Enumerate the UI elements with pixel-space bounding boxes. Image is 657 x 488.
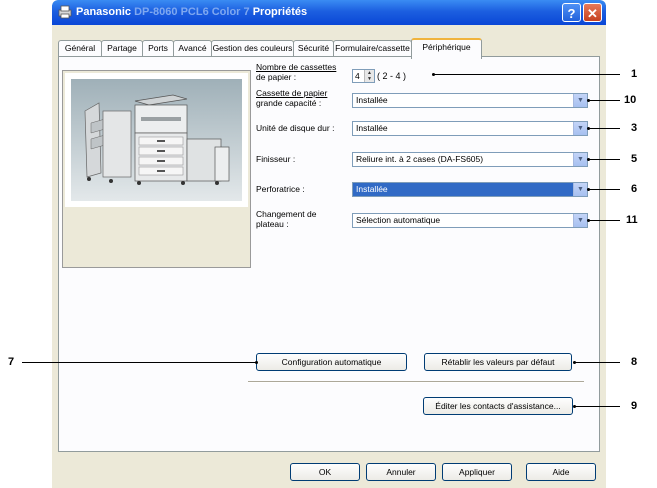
hdd-value: Installée bbox=[356, 123, 388, 133]
callout-line bbox=[589, 189, 620, 190]
tray-select[interactable]: Sélection automatique ▼ bbox=[352, 213, 588, 228]
callout-9: 9 bbox=[631, 400, 638, 412]
dropdown-arrow-icon[interactable]: ▼ bbox=[573, 122, 587, 135]
cassettes-label-line2: de papier : bbox=[256, 71, 297, 82]
callout-7: 7 bbox=[8, 356, 15, 368]
apply-button[interactable]: Appliquer bbox=[442, 463, 512, 481]
cassettes-label: Nombre de cassettes de papier : bbox=[256, 62, 337, 82]
dropdown-arrow-icon[interactable]: ▼ bbox=[573, 183, 587, 196]
support-contacts-button[interactable]: Éditer les contacts d'assistance... bbox=[423, 397, 573, 415]
device-preview bbox=[62, 70, 251, 268]
dropdown-arrow-icon[interactable]: ▼ bbox=[573, 214, 587, 227]
title-brand: Panasonic bbox=[76, 6, 132, 18]
finisher-label: Finisseur : bbox=[256, 154, 296, 164]
lcc-label: Cassette de papier grande capacité : bbox=[256, 88, 328, 108]
tab-securite[interactable]: Sécurité bbox=[293, 40, 334, 56]
callout-line bbox=[575, 406, 620, 407]
callout-line bbox=[589, 100, 620, 101]
auto-config-button[interactable]: Configuration automatique bbox=[256, 353, 407, 371]
callout-5: 5 bbox=[631, 153, 638, 165]
callout-8: 8 bbox=[631, 356, 638, 368]
ok-button[interactable]: OK bbox=[290, 463, 360, 481]
title-bar[interactable]: Panasonic DP-8060 PCL6 Color 7 Propriété… bbox=[52, 0, 606, 25]
window-title: Panasonic DP-8060 PCL6 Color 7 Propriété… bbox=[76, 6, 307, 18]
tray-label: Changement de plateau : bbox=[256, 209, 317, 229]
restore-defaults-button[interactable]: Rétablir les valeurs par défaut bbox=[424, 353, 572, 371]
callout-line bbox=[575, 362, 620, 363]
callout-10: 10 bbox=[624, 94, 637, 106]
cancel-button[interactable]: Annuler bbox=[366, 463, 436, 481]
copier-illustration bbox=[71, 79, 242, 201]
tray-label-line2: plateau : bbox=[256, 218, 289, 229]
close-icon[interactable]: ✕ bbox=[583, 3, 602, 22]
callout-line bbox=[589, 220, 620, 221]
callout-line bbox=[22, 362, 256, 363]
device-illustration bbox=[65, 73, 248, 207]
cassettes-label-line1: Nombre de cassettes bbox=[256, 62, 337, 72]
dropdown-arrow-icon[interactable]: ▼ bbox=[573, 94, 587, 107]
tray-value: Sélection automatique bbox=[356, 215, 441, 225]
printer-icon bbox=[58, 5, 72, 19]
separator bbox=[248, 381, 584, 383]
finisher-value: Reliure int. à 2 cases (DA-FS605) bbox=[356, 154, 484, 164]
callout-6: 6 bbox=[631, 183, 638, 195]
title-suffix: Propriétés bbox=[252, 6, 308, 18]
callout-1: 1 bbox=[631, 68, 638, 80]
tab-formulaire-cassette[interactable]: Formulaire/cassette bbox=[333, 40, 412, 56]
tab-avance[interactable]: Avancé bbox=[173, 40, 212, 56]
callout-11: 11 bbox=[626, 214, 638, 226]
help-icon[interactable]: ? bbox=[562, 3, 581, 22]
tab-gestion-couleurs[interactable]: Gestion des couleurs bbox=[211, 40, 294, 56]
lcc-select[interactable]: Installée ▼ bbox=[352, 93, 588, 108]
callout-line bbox=[434, 74, 620, 75]
help-button[interactable]: Aide bbox=[526, 463, 596, 481]
punch-select[interactable]: Installée ▼ bbox=[352, 182, 588, 197]
tab-ports[interactable]: Ports bbox=[142, 40, 174, 56]
cassettes-stepper[interactable]: 4 ▲ ▼ bbox=[352, 69, 375, 83]
dropdown-arrow-icon[interactable]: ▼ bbox=[573, 153, 587, 166]
tray-label-line1: Changement de bbox=[256, 209, 317, 219]
tab-partage[interactable]: Partage bbox=[101, 40, 143, 56]
tab-peripherique[interactable]: Périphérique bbox=[411, 38, 482, 59]
tab-general[interactable]: Général bbox=[58, 40, 102, 56]
lcc-value: Installée bbox=[356, 95, 388, 105]
spin-arrows-icon[interactable]: ▲ ▼ bbox=[364, 70, 374, 82]
title-model-blurred: DP-8060 PCL6 Color 7 bbox=[134, 6, 250, 18]
cassettes-range: ( 2 - 4 ) bbox=[377, 71, 407, 81]
cassettes-value: 4 bbox=[355, 71, 360, 81]
punch-label: Perforatrice : bbox=[256, 184, 305, 194]
lcc-label-line2: grande capacité : bbox=[256, 97, 322, 108]
callout-3: 3 bbox=[631, 122, 638, 134]
finisher-select[interactable]: Reliure int. à 2 cases (DA-FS605) ▼ bbox=[352, 152, 588, 167]
callout-dot bbox=[255, 361, 258, 364]
hdd-select[interactable]: Installée ▼ bbox=[352, 121, 588, 136]
punch-value: Installée bbox=[356, 184, 388, 194]
lcc-label-line1: Cassette de papier bbox=[256, 88, 328, 98]
callout-line bbox=[589, 159, 620, 160]
hdd-label: Unité de disque dur : bbox=[256, 123, 335, 133]
callout-line bbox=[589, 128, 620, 129]
